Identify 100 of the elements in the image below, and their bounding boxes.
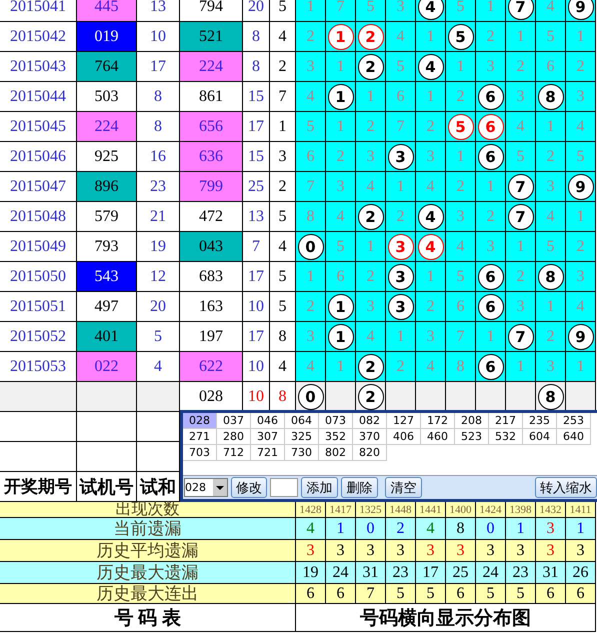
number-ball: 4 (418, 234, 444, 260)
miss-count: 1 (566, 352, 596, 382)
table-title: 号 码 表 (0, 604, 296, 632)
miss-count: 3 (416, 322, 446, 352)
add-button[interactable]: 添加 (301, 477, 338, 498)
stat-value: 5 (506, 584, 536, 604)
miss-count: 3 (356, 142, 386, 172)
number-ball: 2 (358, 204, 384, 230)
number-item[interactable]: 307 (251, 429, 285, 445)
number-item[interactable]: 235 (523, 413, 557, 429)
stat-value: 6 (536, 584, 566, 604)
miss-count: 4 (296, 82, 326, 112)
number-input[interactable] (270, 478, 298, 497)
number-item[interactable]: 604 (523, 429, 557, 445)
trial-number: 925 (77, 142, 137, 172)
draw-number: 636 (180, 142, 243, 172)
number-item[interactable]: 028 (183, 413, 217, 429)
number-item[interactable]: 082 (353, 413, 387, 429)
number-item[interactable]: 523 (455, 429, 489, 445)
miss-count: 1 (356, 232, 386, 262)
trial-sum: 4 (137, 352, 180, 382)
number-item[interactable]: 217 (489, 413, 523, 429)
number-item[interactable]: 460 (421, 429, 455, 445)
stat-value: 5 (386, 584, 416, 604)
miss-count: 1 (566, 22, 596, 52)
number-item[interactable]: 064 (285, 413, 319, 429)
number-item[interactable]: 253 (557, 413, 591, 429)
caret-icon (213, 479, 227, 496)
number-item[interactable]: 046 (251, 413, 285, 429)
stat-value: 6 (296, 584, 326, 604)
number-item[interactable]: 352 (319, 429, 353, 445)
stat-value: 1 (506, 518, 536, 540)
miss-count: 7 (446, 322, 476, 352)
number-ball: 1 (328, 294, 354, 320)
miss-count: 4 (356, 322, 386, 352)
sum-value: 15 (243, 82, 270, 112)
stat-value: 5 (476, 584, 506, 604)
miss-count: 1 (566, 202, 596, 232)
miss-count: 2 (296, 292, 326, 322)
number-item[interactable]: 073 (319, 413, 353, 429)
draw-number: 163 (180, 292, 243, 322)
number-item[interactable]: 532 (489, 429, 523, 445)
number-item[interactable]: 208 (455, 413, 489, 429)
miss-count: 1 (416, 82, 446, 112)
number-item[interactable]: 640 (557, 429, 591, 445)
trial-number: 543 (77, 262, 137, 292)
miss-count: 5 (536, 22, 566, 52)
column-header: 试机号 (77, 472, 137, 502)
number-ball: 4 (418, 0, 444, 20)
stat-value: 6 (446, 584, 476, 604)
miss-count: 3 (506, 292, 536, 322)
stat-label: 出现次数 (0, 502, 296, 518)
number-item[interactable]: 721 (251, 445, 285, 461)
number-ball: 7 (508, 324, 534, 350)
delete-button[interactable]: 删除 (341, 477, 378, 498)
stat-value: 2 (386, 518, 416, 540)
number-item[interactable]: 703 (183, 445, 217, 461)
number-item[interactable]: 280 (217, 429, 251, 445)
number-item[interactable]: 127 (387, 413, 421, 429)
miss-count: 4 (446, 232, 476, 262)
number-item[interactable]: 802 (319, 445, 353, 461)
stat-value: 1424 (476, 502, 506, 518)
span-value: 3 (270, 142, 296, 172)
number-item[interactable]: 730 (285, 445, 319, 461)
trial-number: 793 (77, 232, 137, 262)
stat-label: 当前遗漏 (0, 518, 296, 540)
sum-value: 25 (243, 172, 270, 202)
number-ball: 6 (478, 354, 504, 380)
number-ball: 4 (418, 54, 444, 80)
number-item[interactable]: 172 (421, 413, 455, 429)
edit-button[interactable]: 修改 (231, 477, 267, 498)
miss-count: 3 (446, 202, 476, 232)
trial-number: 022 (77, 352, 137, 382)
number-item[interactable]: 271 (183, 429, 217, 445)
clear-button[interactable]: 清空 (385, 477, 422, 498)
stat-value: 3 (326, 540, 356, 562)
number-ball: 2 (358, 354, 384, 380)
stat-value: 4 (296, 518, 326, 540)
number-ball: 7 (508, 0, 534, 20)
number-ball: 3 (388, 234, 414, 260)
number-item[interactable]: 370 (353, 429, 387, 445)
number-ball: 9 (568, 174, 594, 200)
draw-number: 472 (180, 202, 243, 232)
stat-value: 1432 (536, 502, 566, 518)
number-item[interactable]: 325 (285, 429, 319, 445)
miss-count: 1 (326, 352, 356, 382)
trial-number: 764 (77, 52, 137, 82)
number-item[interactable]: 037 (217, 413, 251, 429)
number-item[interactable]: 820 (353, 445, 387, 461)
stat-value: 31 (356, 562, 386, 584)
number-dropdown[interactable]: 028 (184, 478, 228, 497)
number-item[interactable]: 712 (217, 445, 251, 461)
trial-sum: 19 (137, 232, 180, 262)
trial-number: 896 (77, 172, 137, 202)
stat-value: 3 (476, 540, 506, 562)
transfer-button[interactable]: 转入缩水 (535, 477, 597, 498)
trial-sum: 16 (137, 142, 180, 172)
miss-count: 5 (506, 142, 536, 172)
draw-number: 799 (180, 172, 243, 202)
number-item[interactable]: 406 (387, 429, 421, 445)
